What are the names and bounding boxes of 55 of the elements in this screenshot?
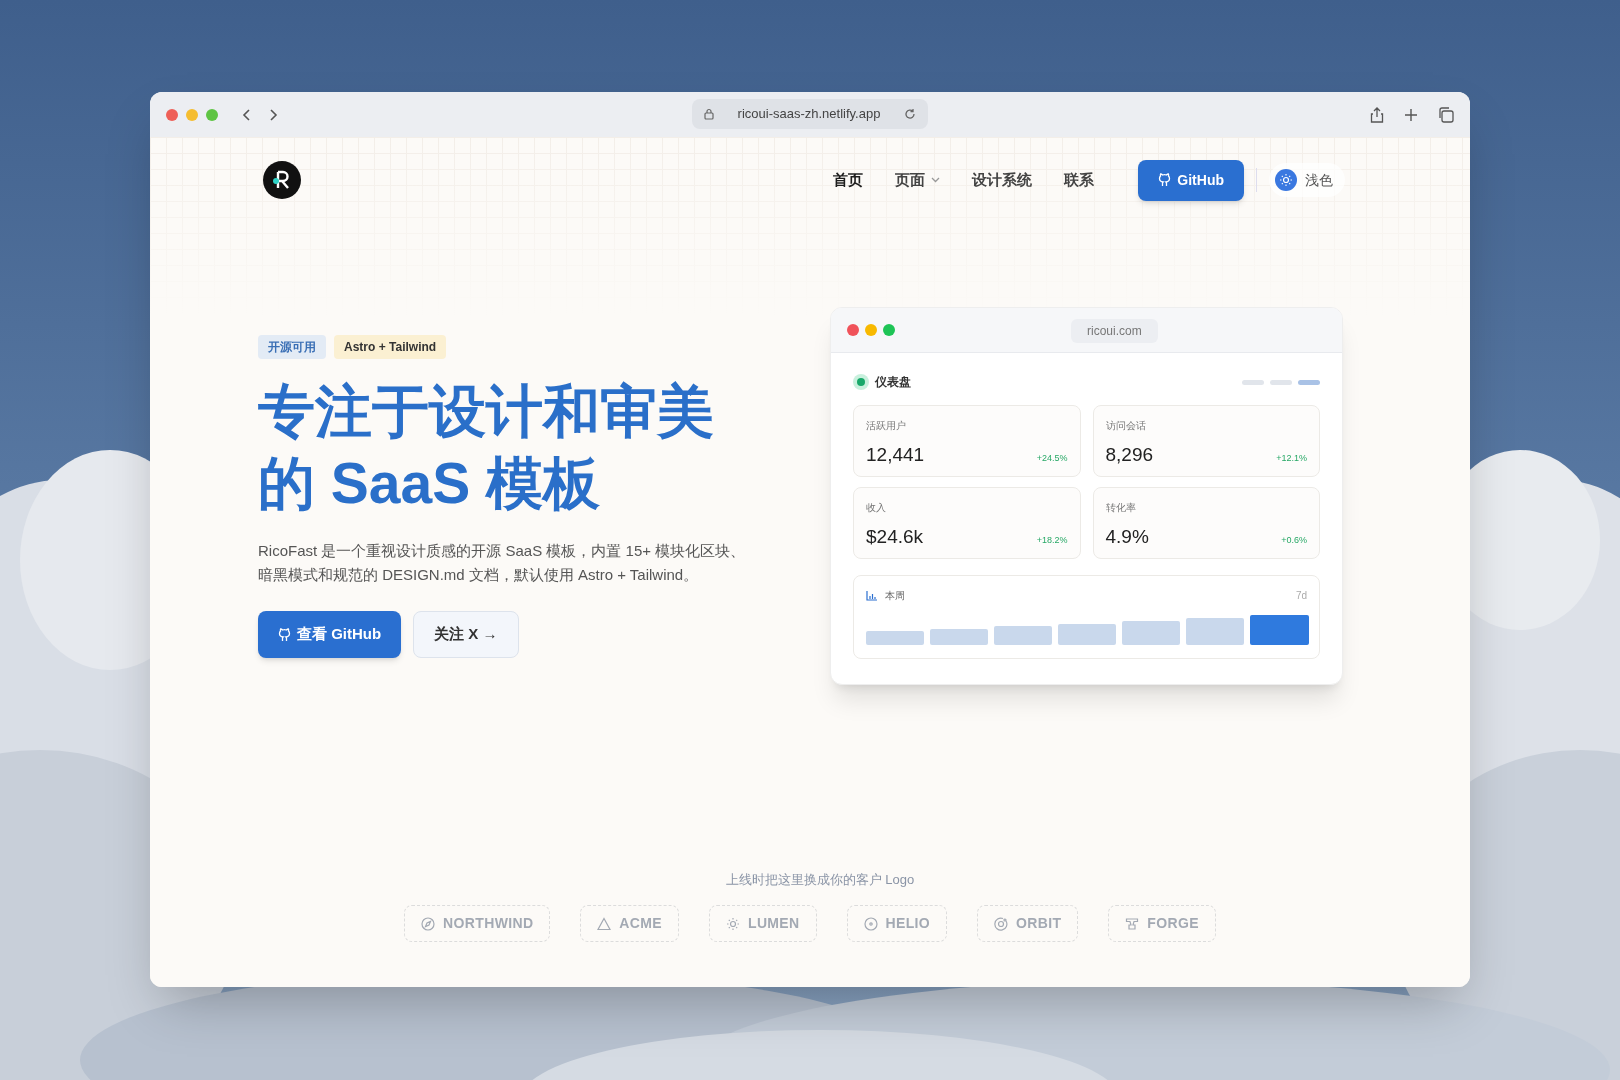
address-bar[interactable]: ricoui-saas-zh.netlify.app bbox=[692, 99, 928, 129]
client-logo: ORBIT bbox=[977, 905, 1079, 942]
orbit-icon bbox=[994, 916, 1009, 931]
target-icon bbox=[863, 916, 878, 931]
view-github-button[interactable]: 查看 GitHub bbox=[258, 611, 402, 658]
reload-icon[interactable] bbox=[904, 108, 916, 120]
forward-icon[interactable] bbox=[268, 107, 278, 122]
client-logo: ACME bbox=[580, 905, 679, 942]
follow-x-button[interactable]: 关注 X → bbox=[413, 611, 519, 658]
lock-icon bbox=[704, 108, 714, 120]
bar-chart-icon bbox=[866, 590, 877, 601]
chart-title: 本周 bbox=[885, 589, 905, 603]
stat-label: 活跃用户 bbox=[866, 419, 907, 433]
theme-toggle[interactable]: 浅色 bbox=[1269, 163, 1345, 197]
compass-icon bbox=[421, 916, 436, 931]
client-logo: NORTHWIND bbox=[404, 905, 551, 942]
nav-dropdown[interactable]: 页面 bbox=[895, 168, 941, 192]
stat-change: +18.2% bbox=[1036, 534, 1068, 547]
github-icon bbox=[1158, 173, 1172, 187]
client-logo: FORGE bbox=[1108, 905, 1216, 942]
client-logo: LUMEN bbox=[709, 905, 817, 942]
share-icon[interactable] bbox=[1370, 106, 1384, 123]
github-icon bbox=[278, 627, 291, 642]
stat-value: 4.9% bbox=[1105, 525, 1149, 549]
logos-caption: 上线时把这里换成你的客户 Logo bbox=[725, 870, 915, 889]
dashboard-title: 仪表盘 bbox=[875, 374, 911, 391]
stat-change: +24.5% bbox=[1036, 452, 1068, 465]
client-logo: HELIO bbox=[846, 905, 948, 942]
stat-value: 12,441 bbox=[866, 443, 925, 467]
range-label: 7d bbox=[1295, 589, 1307, 603]
tag: 开源可用 bbox=[258, 335, 326, 359]
nav-link[interactable]: 联系 bbox=[1064, 168, 1095, 192]
stat-label: 访问会话 bbox=[1105, 419, 1147, 433]
sun-icon bbox=[1275, 169, 1297, 191]
address-bar: ricoui.com bbox=[1071, 319, 1158, 343]
stat-change: +12.1% bbox=[1276, 452, 1307, 465]
tabs-icon[interactable] bbox=[1438, 106, 1454, 123]
stat-label: 转化率 bbox=[1105, 501, 1137, 515]
stat-label: 收入 bbox=[866, 501, 887, 515]
sun-icon bbox=[726, 916, 740, 931]
hero-description: RicoFast 是一个重视设计质感的开源 SaaS 模板，内置 15+ 模块化区块、暗黑模式和规范的 DESIGN.md 文档，默认使用 Astro + Tailwind。 bbox=[258, 541, 747, 585]
logo-icon[interactable] bbox=[263, 161, 301, 199]
hero-title: 专注于设计和审美 的 SaaS 模板 bbox=[258, 378, 715, 517]
triangle-icon bbox=[597, 916, 612, 931]
tag: Astro + Tailwind bbox=[334, 335, 447, 359]
stat-change: +0.6% bbox=[1281, 534, 1307, 547]
new-tab-icon[interactable] bbox=[1404, 107, 1418, 122]
back-icon[interactable] bbox=[242, 107, 252, 122]
chevron-down-icon bbox=[931, 177, 941, 183]
stat-value: $24.6k bbox=[866, 525, 924, 549]
github-button[interactable]: GitHub bbox=[1138, 159, 1244, 201]
nav-link[interactable]: 设计系统 bbox=[972, 168, 1033, 192]
stat-value: 8,296 bbox=[1105, 443, 1154, 467]
nav-link[interactable]: 首页 bbox=[833, 168, 864, 192]
anvil-icon bbox=[1125, 916, 1140, 931]
